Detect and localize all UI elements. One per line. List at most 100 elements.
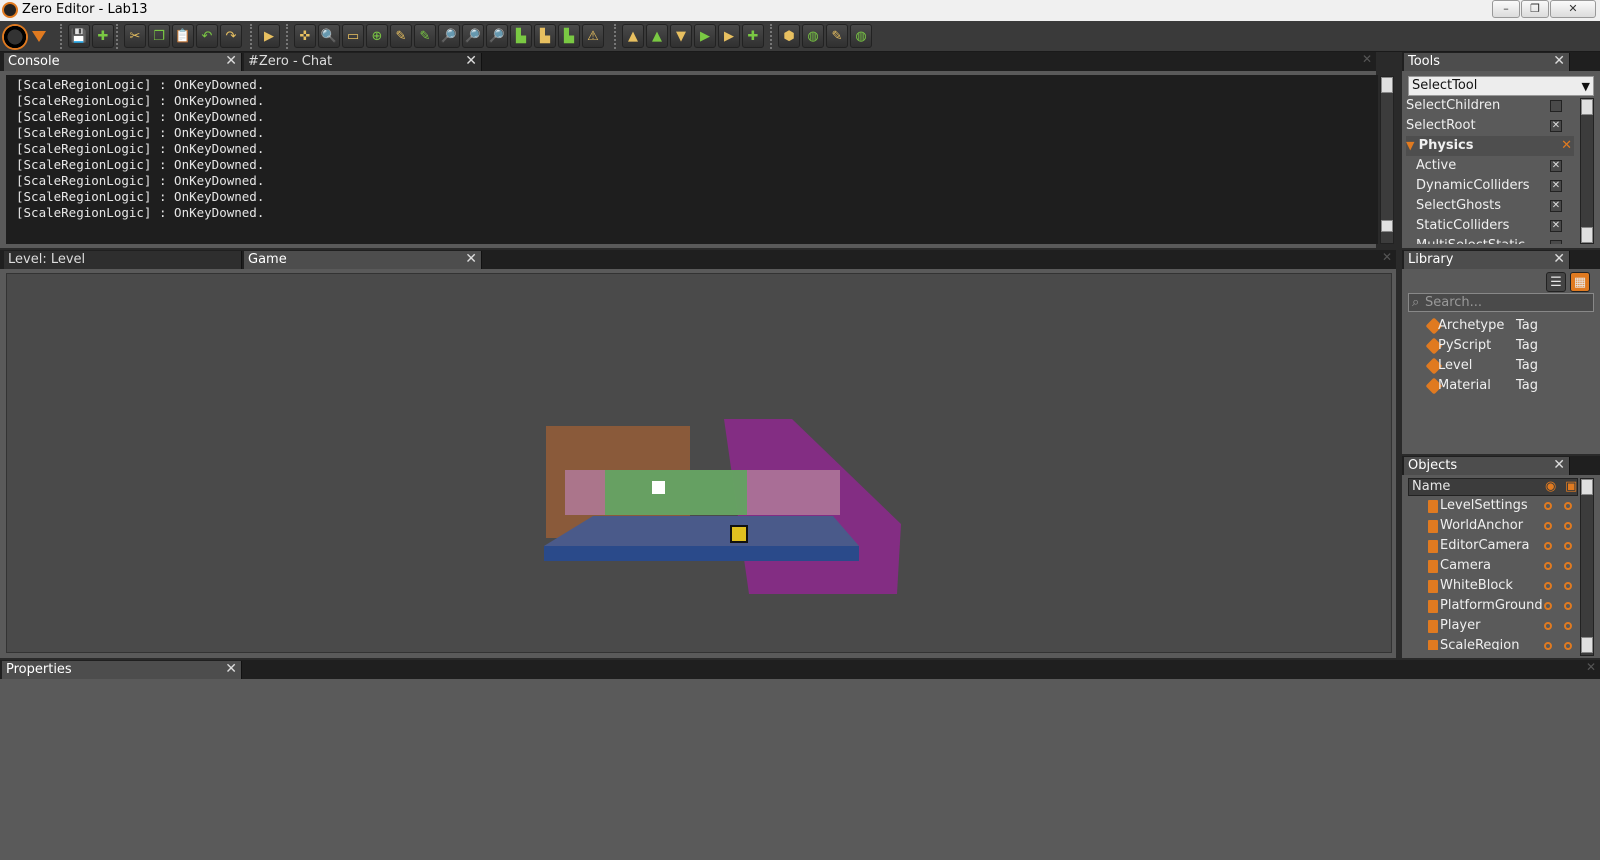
object-item[interactable]: PlatformGround bbox=[1406, 596, 1576, 616]
toolbar-button-icon[interactable]: ✎ bbox=[390, 24, 412, 48]
visibility-toggle-icon[interactable] bbox=[1544, 542, 1552, 550]
object-item[interactable]: LevelSettings bbox=[1406, 496, 1576, 516]
tab-chat[interactable]: #Zero - Chat ✕ bbox=[244, 53, 482, 71]
scroll-thumb[interactable] bbox=[1381, 77, 1393, 93]
toolbar-button-icon[interactable]: ✜ bbox=[294, 24, 316, 48]
panel-close-icon[interactable]: ✕ bbox=[1382, 250, 1392, 264]
close-icon[interactable]: ✕ bbox=[1553, 251, 1565, 268]
toolbar-button-icon[interactable]: ▙ bbox=[534, 24, 556, 48]
console-scrollbar[interactable] bbox=[1380, 76, 1394, 244]
library-search-input[interactable]: ⌕ Search... bbox=[1408, 293, 1594, 312]
visibility-toggle-icon[interactable] bbox=[1544, 502, 1552, 510]
toolbar-button-icon[interactable]: ◍ bbox=[850, 24, 872, 48]
lock-toggle-icon[interactable] bbox=[1564, 622, 1572, 630]
tool-select[interactable]: SelectTool ▼ bbox=[1408, 76, 1594, 96]
properties-body[interactable] bbox=[0, 679, 1600, 860]
toolbar-button-icon[interactable]: 📋 bbox=[172, 24, 194, 48]
grid-view-icon[interactable]: ▦ bbox=[1570, 272, 1590, 292]
library-item[interactable]: Level Tag bbox=[1408, 356, 1578, 376]
tab-game[interactable]: Game ✕ bbox=[244, 251, 482, 269]
visibility-toggle-icon[interactable] bbox=[1544, 602, 1552, 610]
lock-toggle-icon[interactable] bbox=[1564, 542, 1572, 550]
toolbar-button-icon[interactable]: ⬢ bbox=[778, 24, 800, 48]
toolbar-button-icon[interactable]: ❐ bbox=[148, 24, 170, 48]
close-icon[interactable]: ✕ bbox=[465, 251, 477, 268]
visibility-toggle-icon[interactable] bbox=[1544, 562, 1552, 570]
toolbar-button-icon[interactable]: 💾 bbox=[68, 24, 90, 48]
toolbar-button-icon[interactable]: 🔍 bbox=[318, 24, 340, 48]
toolbar-button-icon[interactable]: ▙ bbox=[558, 24, 580, 48]
checkbox[interactable]: ✕ bbox=[1550, 120, 1562, 132]
object-item[interactable]: Camera bbox=[1406, 556, 1576, 576]
toolbar-button-icon[interactable]: 🔎 bbox=[486, 24, 508, 48]
library-item[interactable]: Archetype Tag bbox=[1408, 316, 1578, 336]
toolbar-button-icon[interactable]: ▙ bbox=[510, 24, 532, 48]
tab-library[interactable]: Library ✕ bbox=[1404, 251, 1570, 269]
close-icon[interactable]: ✕ bbox=[225, 53, 237, 70]
toolbar-button-icon[interactable]: ↷ bbox=[220, 24, 242, 48]
lock-toggle-icon[interactable] bbox=[1564, 502, 1572, 510]
object-item[interactable]: ScaleRegion bbox=[1406, 636, 1576, 650]
toolbar-button-icon[interactable]: 🔎 bbox=[438, 24, 460, 48]
tools-scrollbar[interactable] bbox=[1580, 98, 1594, 244]
toolbar-button-icon[interactable]: ▶ bbox=[718, 24, 740, 48]
scroll-down-button[interactable] bbox=[1581, 227, 1593, 243]
checkbox[interactable] bbox=[1550, 240, 1562, 244]
toolbar-button-icon[interactable]: ▲ bbox=[622, 24, 644, 48]
tab-console[interactable]: Console ✕ bbox=[4, 53, 242, 71]
restore-button[interactable]: ❐ bbox=[1521, 0, 1549, 18]
object-item[interactable]: WorldAnchor bbox=[1406, 516, 1576, 536]
checkbox[interactable]: ✕ bbox=[1550, 160, 1562, 172]
game-viewport[interactable] bbox=[6, 273, 1392, 653]
object-item[interactable]: WhiteBlock bbox=[1406, 576, 1576, 596]
toolbar-button-icon[interactable]: ▭ bbox=[342, 24, 364, 48]
toolbar-button-icon[interactable]: ▶ bbox=[258, 24, 280, 48]
objects-header[interactable]: Name ◉ ▣ bbox=[1408, 478, 1578, 496]
toolbar-button-icon[interactable]: ↶ bbox=[196, 24, 218, 48]
toolbar-button-icon[interactable]: ▲ bbox=[646, 24, 668, 48]
toolbar-button-icon[interactable]: 🔎 bbox=[462, 24, 484, 48]
remove-icon[interactable]: ✕ bbox=[1561, 136, 1572, 156]
object-item[interactable]: EditorCamera bbox=[1406, 536, 1576, 556]
zero-logo-icon[interactable] bbox=[2, 24, 28, 50]
checkbox[interactable] bbox=[1550, 100, 1562, 112]
object-item[interactable]: Player bbox=[1406, 616, 1576, 636]
toolbar-button-icon[interactable]: ✚ bbox=[742, 24, 764, 48]
visibility-toggle-icon[interactable] bbox=[1544, 642, 1552, 650]
close-icon[interactable]: ✕ bbox=[1553, 457, 1565, 474]
checkbox[interactable]: ✕ bbox=[1550, 200, 1562, 212]
checkbox[interactable]: ✕ bbox=[1550, 220, 1562, 232]
visibility-toggle-icon[interactable] bbox=[1544, 522, 1552, 530]
objects-scrollbar[interactable] bbox=[1580, 478, 1594, 656]
toolbar-button-icon[interactable]: ◍ bbox=[802, 24, 824, 48]
lock-toggle-icon[interactable] bbox=[1564, 522, 1572, 530]
lock-toggle-icon[interactable] bbox=[1564, 602, 1572, 610]
tab-objects[interactable]: Objects ✕ bbox=[1404, 457, 1570, 475]
toolbar-button-icon[interactable]: ▶ bbox=[694, 24, 716, 48]
close-icon[interactable]: ✕ bbox=[225, 661, 237, 678]
tree-view-icon[interactable]: ☰ bbox=[1546, 272, 1566, 292]
library-item[interactable]: Material Tag bbox=[1408, 376, 1578, 396]
toolbar-button-icon[interactable]: ✚ bbox=[92, 24, 114, 48]
close-window-button[interactable]: ✕ bbox=[1550, 0, 1596, 18]
tab-level[interactable]: Level: Level bbox=[4, 251, 242, 269]
lock-toggle-icon[interactable] bbox=[1564, 582, 1572, 590]
visibility-toggle-icon[interactable] bbox=[1544, 582, 1552, 590]
close-icon[interactable]: ✕ bbox=[465, 53, 477, 70]
toolbar-button-icon[interactable]: ✂ bbox=[124, 24, 146, 48]
scroll-thumb[interactable] bbox=[1581, 99, 1593, 115]
toolbar-button-icon[interactable]: ✎ bbox=[414, 24, 436, 48]
scroll-thumb[interactable] bbox=[1581, 479, 1593, 495]
lock-icon[interactable]: ▣ bbox=[1565, 479, 1577, 495]
panel-close-icon[interactable]: ✕ bbox=[1362, 52, 1372, 66]
checkbox[interactable]: ✕ bbox=[1550, 180, 1562, 192]
visibility-icon[interactable]: ◉ bbox=[1545, 479, 1556, 495]
main-menu-dropdown-icon[interactable] bbox=[32, 31, 46, 42]
panel-close-icon[interactable]: ✕ bbox=[1586, 660, 1596, 674]
toolbar-button-icon[interactable]: ⚠ bbox=[582, 24, 604, 48]
close-icon[interactable]: ✕ bbox=[1553, 53, 1565, 70]
toolbar-button-icon[interactable]: ⊕ bbox=[366, 24, 388, 48]
tab-tools[interactable]: Tools ✕ bbox=[1404, 53, 1570, 71]
visibility-toggle-icon[interactable] bbox=[1544, 622, 1552, 630]
lock-toggle-icon[interactable] bbox=[1564, 562, 1572, 570]
